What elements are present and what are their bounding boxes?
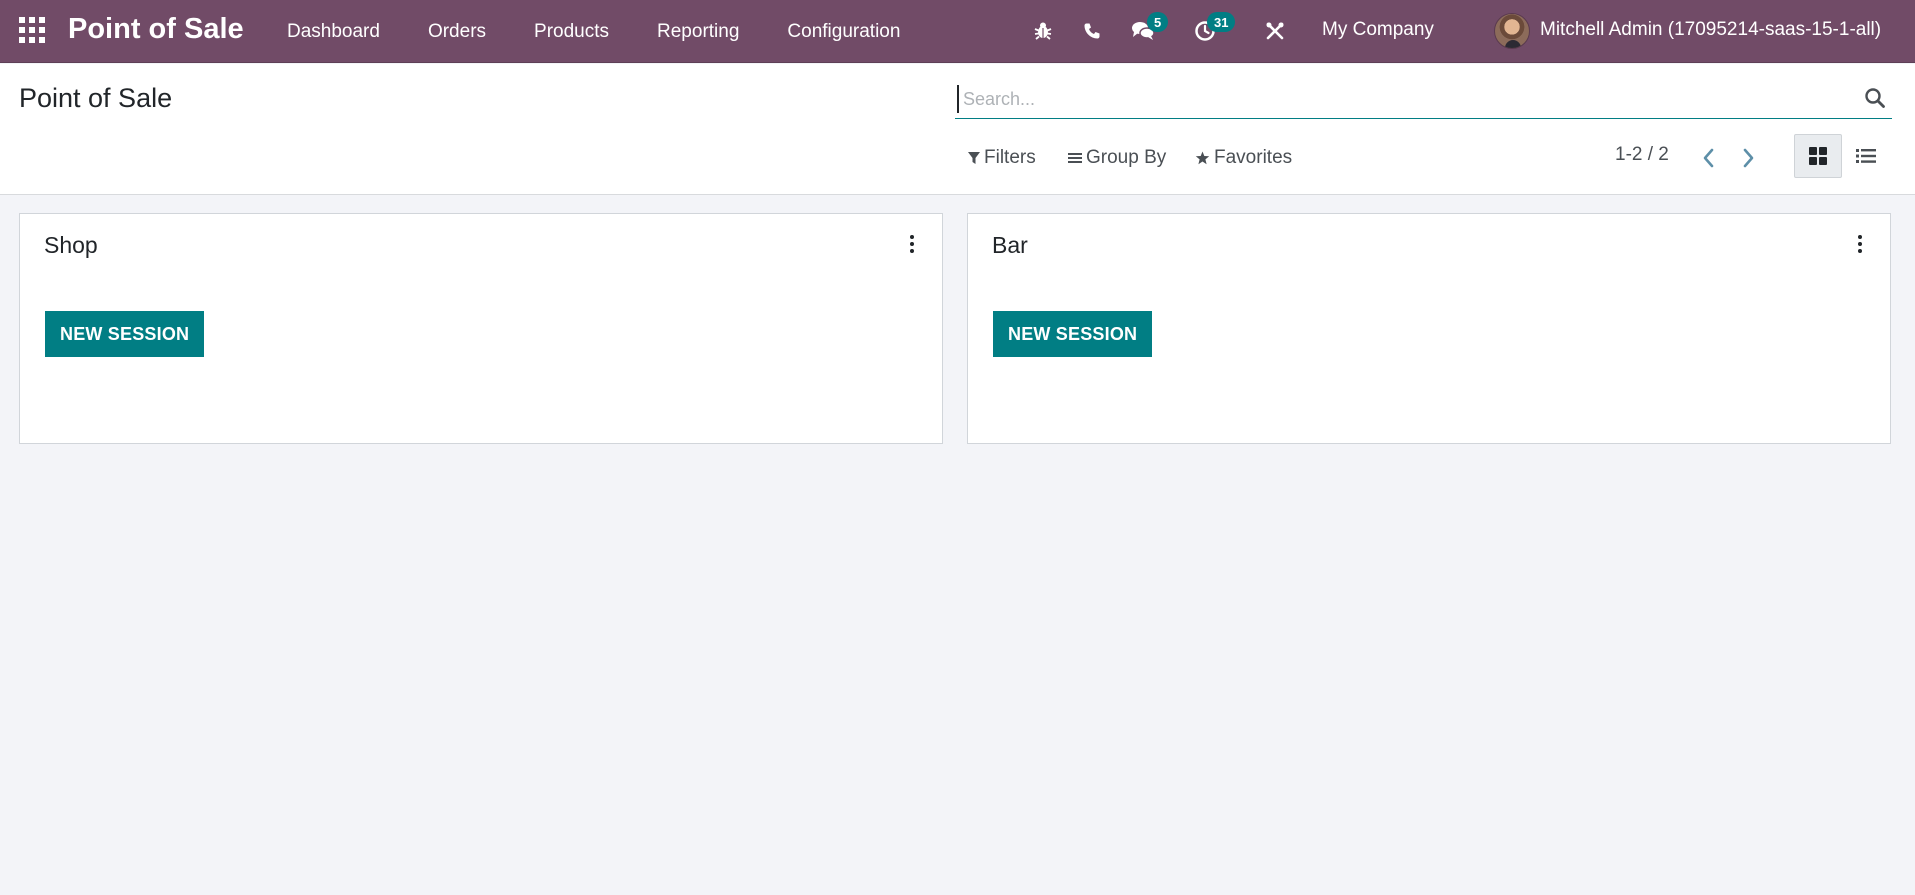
user-avatar[interactable] <box>1494 13 1530 49</box>
pager-next-icon[interactable] <box>1736 144 1762 172</box>
menu-item-orders[interactable]: Orders <box>428 21 486 43</box>
kanban-view-button[interactable] <box>1794 134 1842 178</box>
new-session-button[interactable]: NEW SESSION <box>45 311 205 357</box>
list-view-button[interactable] <box>1842 134 1890 178</box>
menu-item-dashboard[interactable]: Dashboard <box>287 21 380 43</box>
search-icon[interactable] <box>1864 87 1888 111</box>
card-title: Bar <box>992 232 1028 258</box>
top-navbar: Point of Sale Dashboard Orders Products … <box>0 0 1915 63</box>
group-by-icon <box>1068 153 1082 163</box>
pager-previous-icon[interactable] <box>1695 144 1721 172</box>
page-title: Point of Sale <box>19 83 173 113</box>
pos-card-bar[interactable]: Bar NEW SESSION <box>967 213 1891 444</box>
list-view-icon <box>1856 149 1876 163</box>
star-icon <box>1195 151 1210 165</box>
filters-button[interactable]: Filters <box>968 144 1036 172</box>
company-switcher[interactable]: My Company <box>1322 19 1434 41</box>
control-panel: Point of Sale Filters Group By Favorites… <box>0 64 1915 195</box>
favorites-button[interactable]: Favorites <box>1195 144 1292 172</box>
activities-clock-icon[interactable]: 31 <box>1192 12 1236 44</box>
menu-item-configuration[interactable]: Configuration <box>787 21 900 43</box>
debug-bug-icon[interactable] <box>1030 18 1056 44</box>
search-input[interactable] <box>957 85 1837 113</box>
group-by-button[interactable]: Group By <box>1068 144 1166 172</box>
menu-item-products[interactable]: Products <box>534 21 609 43</box>
pos-card-shop[interactable]: Shop NEW SESSION <box>19 213 943 444</box>
search-bar <box>955 81 1892 119</box>
menu-item-reporting[interactable]: Reporting <box>657 21 739 43</box>
card-dropdown-icon[interactable] <box>1852 232 1868 256</box>
messages-badge: 5 <box>1147 12 1169 32</box>
tools-icon[interactable] <box>1262 18 1288 44</box>
main-menu: Dashboard Orders Products Reporting Conf… <box>287 0 948 63</box>
messages-icon[interactable]: 5 <box>1130 12 1169 44</box>
activities-badge: 31 <box>1207 12 1236 32</box>
new-session-button[interactable]: NEW SESSION <box>993 311 1153 357</box>
apps-menu-icon[interactable] <box>19 17 45 43</box>
kanban-view-icon <box>1809 147 1827 165</box>
favorites-label: Favorites <box>1214 147 1293 168</box>
card-title: Shop <box>44 232 98 258</box>
user-menu[interactable]: Mitchell Admin (17095214-saas-15-1-all) <box>1540 19 1881 41</box>
filter-icon <box>968 152 980 164</box>
group-by-label: Group By <box>1086 147 1167 168</box>
app-brand[interactable]: Point of Sale <box>68 13 244 46</box>
phone-icon[interactable] <box>1079 18 1105 44</box>
card-dropdown-icon[interactable] <box>904 232 920 256</box>
filters-label: Filters <box>984 147 1036 168</box>
pager-value[interactable]: 1-2 / 2 <box>1615 144 1669 166</box>
